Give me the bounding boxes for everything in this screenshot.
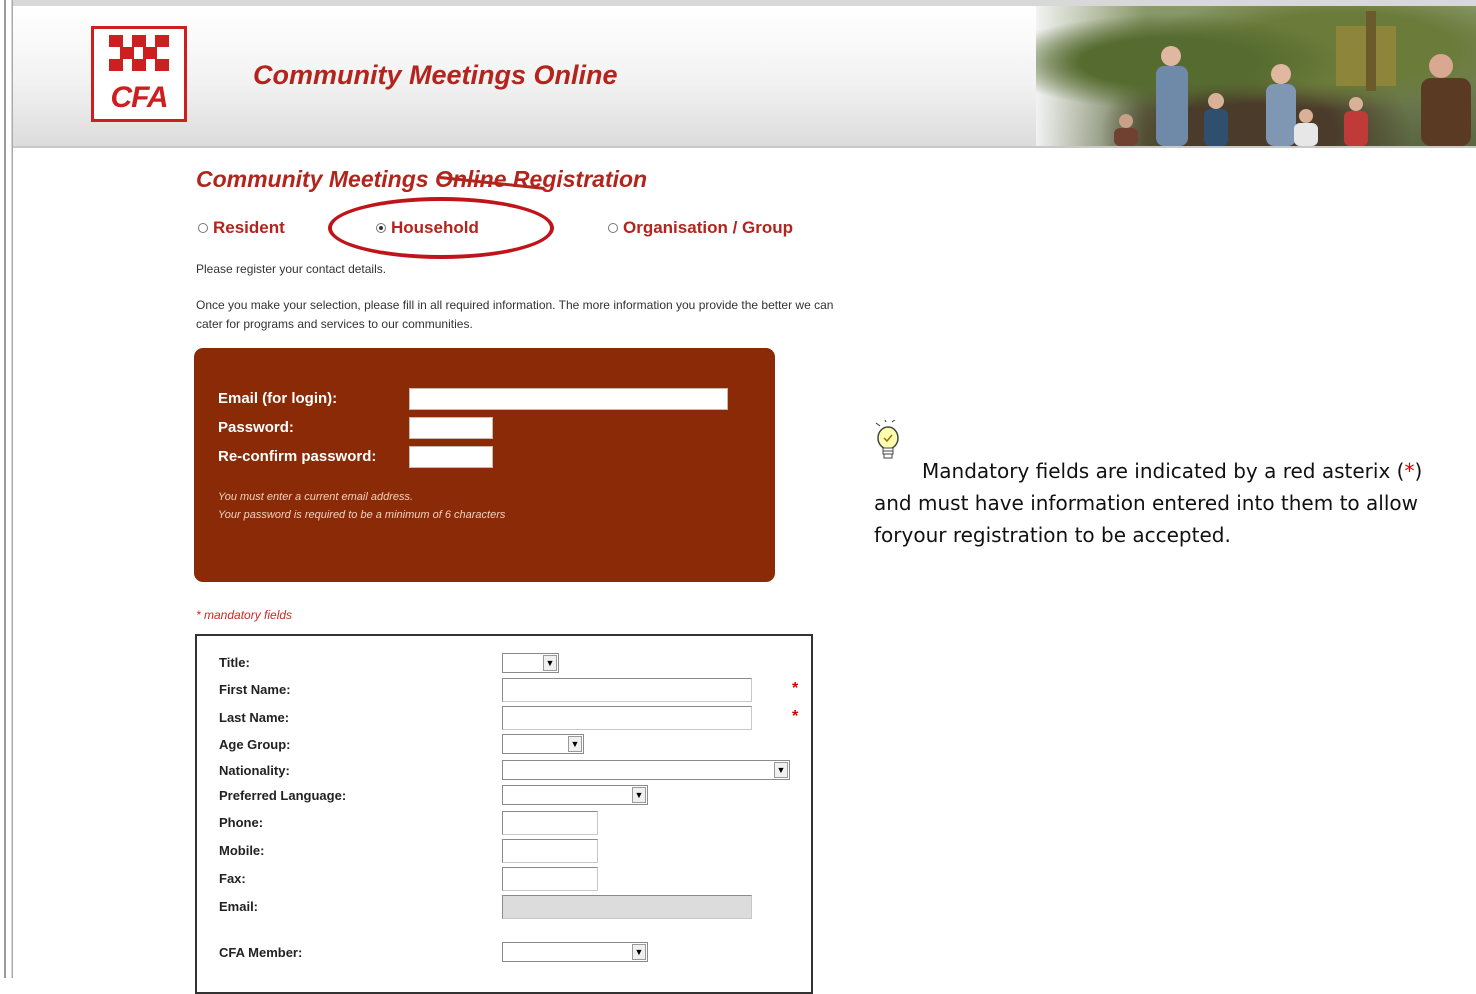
registration-title: Community Meetings Online Registration [196, 166, 648, 192]
nationality-select[interactable]: ▼ [502, 760, 790, 780]
first-name-input[interactable] [502, 678, 752, 702]
last-name-input[interactable] [502, 706, 752, 730]
mandatory-fields-note: * mandatory fields [196, 608, 293, 622]
radio-resident[interactable]: Resident [198, 218, 285, 238]
fax-input[interactable] [502, 867, 598, 891]
first-name-required: * [792, 680, 799, 697]
instructions-line-2: cater for programs and services to our c… [196, 317, 473, 331]
age-group-label: Age Group: [219, 737, 291, 752]
mobile-input[interactable] [502, 839, 598, 863]
email-login-label: Email (for login): [218, 390, 338, 407]
email-login-input[interactable] [409, 388, 728, 410]
login-panel: Email (for login): Password: Re-confirm … [194, 348, 775, 582]
reconfirm-password-input[interactable] [409, 446, 493, 468]
instructions-line-1: Once you make your selection, please fil… [196, 298, 834, 312]
window-left-border [0, 0, 13, 978]
email-note: You must enter a current email address. [218, 491, 414, 503]
radio-organisation[interactable]: Organisation / Group [608, 218, 793, 238]
radio-organisation-input[interactable] [608, 223, 618, 233]
phone-input[interactable] [502, 811, 598, 835]
contact-details-form: Title: ▼ First Name: * Last Name: * Age … [195, 634, 813, 994]
header-photo [1036, 6, 1476, 146]
cfa-logo[interactable]: CFA [91, 26, 187, 122]
chevron-down-icon: ▼ [632, 944, 646, 960]
radio-resident-input[interactable] [198, 223, 208, 233]
chevron-down-icon: ▼ [568, 736, 582, 752]
password-label: Password: [218, 419, 294, 436]
tip-red-asterisk: * [1404, 459, 1415, 483]
site-title: Community Meetings Online [253, 60, 618, 90]
chevron-down-icon: ▼ [543, 655, 557, 671]
last-name-required: * [792, 708, 799, 725]
password-input[interactable] [409, 417, 493, 439]
fax-label: Fax: [219, 871, 246, 886]
logo-text: CFA [110, 81, 169, 114]
phone-label: Phone: [219, 815, 264, 830]
preferred-language-label: Preferred Language: [219, 788, 347, 803]
title-select[interactable]: ▼ [502, 653, 559, 673]
age-group-select[interactable]: ▼ [502, 734, 584, 754]
email-input [502, 895, 752, 919]
last-name-label: Last Name: [219, 710, 290, 725]
cfa-member-select[interactable]: ▼ [502, 942, 648, 962]
email-label: Email: [219, 899, 259, 914]
title-label: Title: [219, 655, 250, 670]
password-note: Your password is required to be a minimu… [218, 509, 506, 521]
nationality-label: Nationality: [219, 763, 290, 778]
chevron-down-icon: ▼ [774, 762, 788, 778]
intro-text: Please register your contact details. [196, 262, 387, 276]
preferred-language-select[interactable]: ▼ [502, 785, 648, 805]
tip-text-part1: Mandatory fields are indicated by a red … [922, 459, 1405, 483]
checkerboard-icon [109, 35, 169, 71]
highlight-ellipse [328, 197, 554, 259]
first-name-label: First Name: [219, 682, 291, 697]
reconfirm-password-label: Re-confirm password: [218, 448, 377, 465]
cfa-member-label: CFA Member: [219, 945, 303, 960]
mandatory-tip: Mandatory fields are indicated by a red … [874, 455, 1454, 551]
site-header: CFA Community Meetings Online [13, 0, 1476, 148]
chevron-down-icon: ▼ [632, 787, 646, 803]
radio-resident-label: Resident [213, 218, 285, 237]
radio-organisation-label: Organisation / Group [623, 218, 794, 237]
mobile-label: Mobile: [219, 843, 265, 858]
